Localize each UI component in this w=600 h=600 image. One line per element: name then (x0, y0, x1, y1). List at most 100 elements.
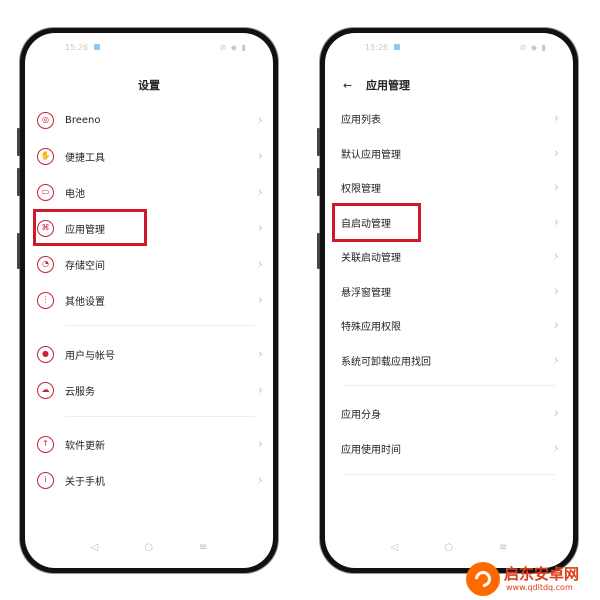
volume-button (317, 128, 320, 156)
chevron-right-icon: › (257, 184, 263, 200)
breeno-icon: ◎ (37, 111, 54, 129)
list-item-associated-launch[interactable]: 关联启动管理 › (341, 241, 559, 271)
nav-home-icon[interactable]: ○ (144, 542, 153, 558)
settings-item-label: 软件更新 (65, 440, 105, 452)
list-item-label: 系统可卸载应用找回 (341, 356, 431, 368)
volume-button (317, 168, 320, 196)
settings-screen: 15:26 ⊘ ◆ ▮ 设置 ◎ Breeno › ✋ 便捷工具 › ▭ 电池 … (25, 33, 273, 568)
list-item-app-list[interactable]: 应用列表 › (341, 103, 559, 133)
chevron-right-icon: › (553, 110, 559, 126)
storage-icon: ◔ (37, 255, 54, 273)
settings-item-label: 存储空间 (65, 260, 105, 272)
highlight-box-app-management (33, 209, 147, 246)
divider (65, 325, 255, 326)
list-item-recover-system-apps[interactable]: 系统可卸载应用找回 › (341, 345, 559, 375)
chevron-right-icon: › (553, 283, 559, 299)
chevron-right-icon: › (553, 440, 559, 456)
volume-button (17, 168, 20, 196)
chevron-right-icon: › (553, 405, 559, 421)
user-icon: ● (37, 345, 54, 363)
chevron-right-icon: › (257, 436, 263, 452)
notification-icon (394, 44, 400, 50)
divider (343, 385, 555, 386)
back-arrow-icon[interactable]: ← (343, 79, 357, 92)
nav-home-icon[interactable]: ○ (444, 542, 453, 558)
navigation-bar: ◁ ○ ≡ (25, 542, 273, 558)
chevron-right-icon: › (257, 112, 263, 128)
list-item-label: 特殊应用权限 (341, 321, 401, 333)
status-bar: 15:26 ⊘ ◆ ▮ (25, 41, 273, 55)
chevron-right-icon: › (553, 317, 559, 333)
chevron-right-icon: › (553, 145, 559, 161)
settings-item-shortcuts[interactable]: ✋ 便捷工具 › (37, 141, 263, 171)
list-item-label: 悬浮窗管理 (341, 287, 391, 299)
list-item-label: 权限管理 (341, 183, 381, 195)
update-icon: ↑ (37, 435, 54, 453)
list-item-label: 应用列表 (341, 114, 381, 126)
watermark-logo-icon (466, 562, 500, 596)
power-button (17, 233, 20, 269)
list-item-app-usage-time[interactable]: 应用使用时间 › (341, 433, 559, 463)
chevron-right-icon: › (553, 214, 559, 230)
settings-item-about-phone[interactable]: i 关于手机 › (37, 465, 263, 495)
list-item-label: 应用使用时间 (341, 444, 401, 456)
chevron-right-icon: › (553, 179, 559, 195)
status-bar: 15:26 ⊘ ◆ ▮ (325, 41, 573, 55)
chevron-right-icon: › (553, 248, 559, 264)
settings-item-breeno[interactable]: ◎ Breeno › (37, 105, 263, 135)
list-item-label: 关联启动管理 (341, 252, 401, 264)
list-item-label: 默认应用管理 (341, 149, 401, 161)
divider (65, 416, 255, 417)
list-item-default-apps[interactable]: 默认应用管理 › (341, 138, 559, 168)
nav-menu-icon[interactable]: ≡ (199, 542, 207, 558)
status-icons: ⊘ ◆ ▮ (519, 43, 547, 52)
more-settings-icon: ⋮ (37, 291, 54, 309)
settings-item-label: 电池 (65, 188, 85, 200)
status-icons: ⊘ ◆ ▮ (219, 43, 247, 52)
list-item-permissions[interactable]: 权限管理 › (341, 172, 559, 202)
chevron-right-icon: › (257, 382, 263, 398)
settings-item-battery[interactable]: ▭ 电池 › (37, 177, 263, 207)
info-icon: i (37, 471, 54, 489)
watermark-url: www.qdltdq.com (506, 583, 573, 592)
chevron-right-icon: › (257, 292, 263, 308)
battery-icon: ▭ (37, 183, 54, 201)
header: ← 应用管理 (343, 77, 410, 93)
settings-item-label: 关于手机 (65, 476, 105, 488)
divider (343, 474, 555, 475)
settings-item-accounts[interactable]: ● 用户与帐号 › (37, 339, 263, 369)
hand-icon: ✋ (37, 147, 54, 165)
chevron-right-icon: › (257, 346, 263, 362)
watermark: 启东安卓网 www.qdltdq.com (466, 558, 600, 600)
highlight-box-autostart (332, 203, 421, 242)
nav-back-icon[interactable]: ◁ (391, 542, 399, 558)
chevron-right-icon: › (257, 220, 263, 236)
list-item-app-clone[interactable]: 应用分身 › (341, 398, 559, 428)
page-title: 设置 (138, 79, 160, 92)
power-button (317, 233, 320, 269)
nav-back-icon[interactable]: ◁ (91, 542, 99, 558)
chevron-right-icon: › (257, 256, 263, 272)
chevron-right-icon: › (553, 352, 559, 368)
page-title: 应用管理 (366, 79, 410, 92)
settings-item-label: 其他设置 (65, 296, 105, 308)
settings-item-cloud[interactable]: ☁ 云服务 › (37, 375, 263, 405)
right-phone-frame: 15:26 ⊘ ◆ ▮ ← 应用管理 应用列表 › 默认应用管理 › 权限管理 ›… (317, 28, 578, 573)
status-time: 15:26 (65, 43, 89, 52)
navigation-bar: ◁ ○ ≡ (325, 542, 573, 558)
chevron-right-icon: › (257, 472, 263, 488)
settings-item-label: 用户与帐号 (65, 350, 115, 362)
volume-button (17, 128, 20, 156)
list-item-label: 应用分身 (341, 409, 381, 421)
list-item-floating-window[interactable]: 悬浮窗管理 › (341, 276, 559, 306)
left-phone-frame: 15:26 ⊘ ◆ ▮ 设置 ◎ Breeno › ✋ 便捷工具 › ▭ 电池 … (17, 28, 278, 573)
settings-item-other[interactable]: ⋮ 其他设置 › (37, 285, 263, 315)
notification-icon (94, 44, 100, 50)
settings-item-software-update[interactable]: ↑ 软件更新 › (37, 429, 263, 459)
settings-item-storage[interactable]: ◔ 存储空间 › (37, 249, 263, 279)
watermark-title: 启东安卓网 (504, 565, 580, 583)
list-item-special-permissions[interactable]: 特殊应用权限 › (341, 310, 559, 340)
chevron-right-icon: › (257, 148, 263, 164)
nav-menu-icon[interactable]: ≡ (499, 542, 507, 558)
settings-item-label: Breeno (65, 114, 101, 126)
